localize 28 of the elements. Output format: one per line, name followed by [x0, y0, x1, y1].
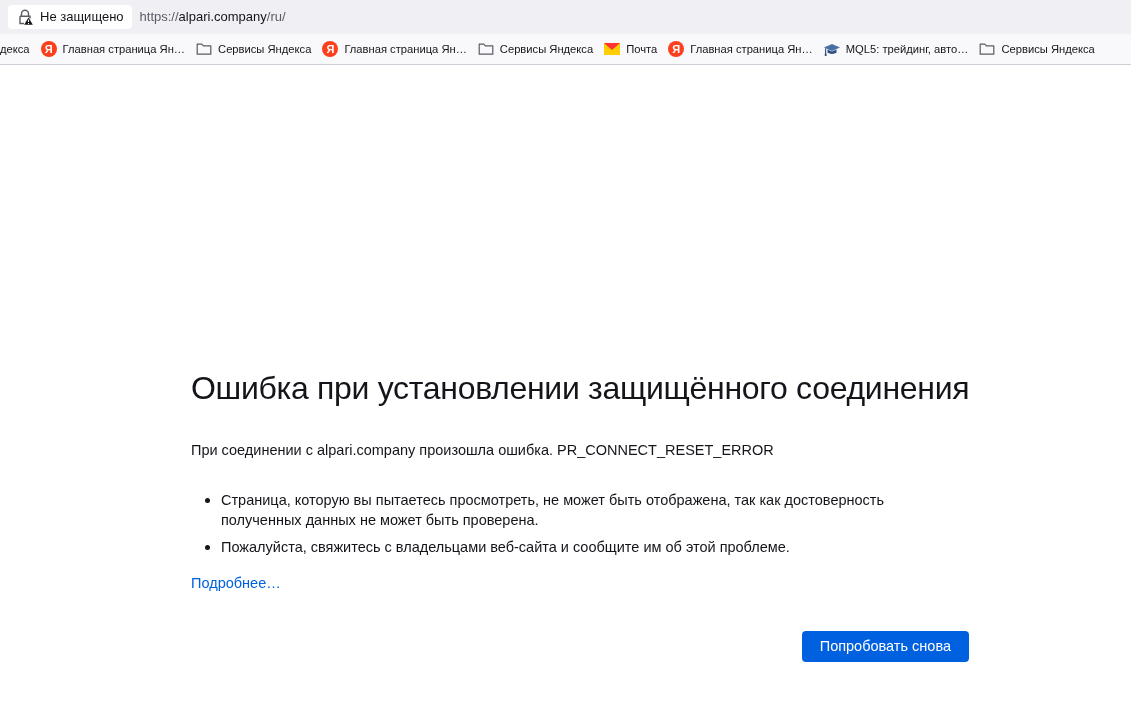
bullet-icon: [205, 498, 210, 504]
letter-logo-icon: Я: [40, 41, 57, 57]
folder-icon: [196, 41, 213, 57]
letter-logo-icon: Я: [668, 41, 685, 57]
bookmark-item[interactable]: Сервисы Яндекса: [979, 38, 1095, 60]
bookmark-item[interactable]: Я Главная страница Ян…: [40, 38, 186, 60]
bookmark-item[interactable]: MQL5: трейдинг, авто…: [823, 38, 969, 60]
try-again-button[interactable]: Попробовать снова: [801, 631, 969, 663]
error-message: При соединении с alpari.company произошла ошибка. PR_CONNECT_RESET_ERROR: [191, 441, 775, 461]
bookmark-item[interactable]: декса: [0, 38, 30, 60]
letter-logo-icon: Я: [322, 41, 339, 57]
bookmark-item[interactable]: Сервисы Яндекса: [477, 38, 594, 60]
detail-text: Страница, которую вы пытаетесь просмотреть, не может быть отображена, так как достоверность полученных данных не может быть проверена.: [221, 491, 886, 531]
folder-icon: [477, 41, 494, 57]
bookmark-item[interactable]: Я Главная страница Ян…: [668, 38, 813, 60]
error-title: Ошибка при установлении защищённого соединения: [191, 369, 969, 408]
bookmark-item[interactable]: Сервисы Яндекса: [196, 38, 312, 60]
folder-icon: [979, 41, 996, 57]
bookmark-item[interactable]: Почта: [604, 38, 658, 60]
lock-warning-icon: [17, 9, 33, 25]
site-info-button[interactable]: Не защищено: [8, 5, 132, 29]
learn-more-link[interactable]: Подробнее…: [191, 575, 281, 592]
graduation-cap-icon: [823, 41, 840, 57]
detail-text: Пожалуйста, свяжитесь с владельцами веб-сайта и сообщите им об этой проблеме.: [221, 538, 790, 558]
bullet-icon: [205, 545, 210, 551]
envelope-icon: [604, 41, 621, 57]
bookmark-item[interactable]: Я Главная страница Ян…: [322, 38, 467, 60]
url-text[interactable]: https://alpari.company/ru/: [131, 7, 286, 27]
